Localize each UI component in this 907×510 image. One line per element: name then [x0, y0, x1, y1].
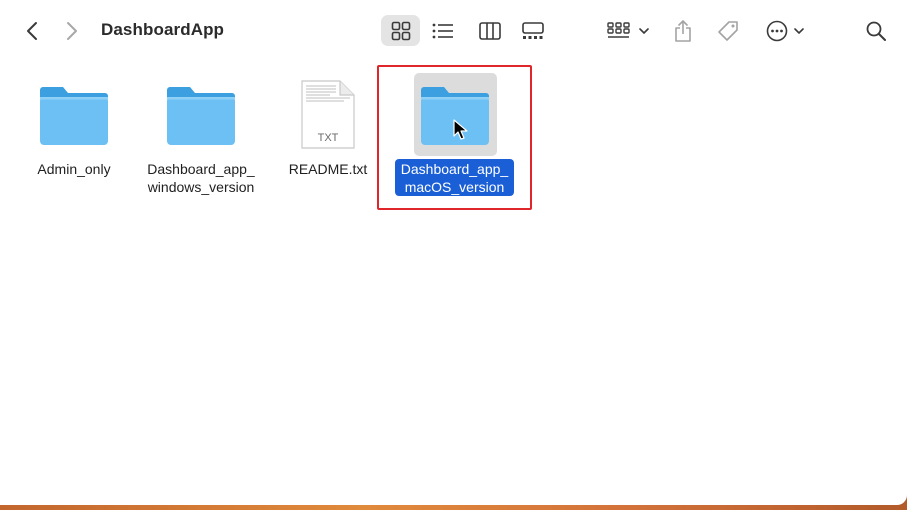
finder-window: DashboardApp Admin_only Dashboard_app_ w…: [0, 0, 907, 505]
group-button[interactable]: [604, 15, 652, 46]
share-button[interactable]: [668, 14, 698, 47]
search-icon: [866, 21, 886, 41]
column-view-button[interactable]: [473, 15, 507, 46]
gallery-view-icon: [522, 21, 544, 39]
tag-icon: [718, 20, 738, 41]
group-icon: [607, 21, 630, 38]
icon-view-icon: [391, 21, 410, 40]
gallery-view-button[interactable]: [516, 15, 550, 46]
list-view-button[interactable]: [426, 15, 460, 46]
folder-icon: [167, 87, 235, 145]
file-label-line2: windows_version: [147, 179, 255, 195]
window-title: DashboardApp: [101, 20, 225, 39]
tag-button[interactable]: [713, 15, 743, 46]
share-icon: [675, 19, 691, 42]
forward-button[interactable]: [60, 18, 84, 44]
back-icon: [27, 22, 37, 40]
list-view-icon: [432, 23, 453, 38]
file-label-line1: Dashboard_app_: [147, 161, 255, 177]
forward-icon: [67, 22, 77, 40]
chevron-down-icon: [639, 27, 649, 34]
chevron-down-icon: [794, 27, 804, 34]
search-button[interactable]: [862, 17, 890, 45]
more-icon: [766, 20, 788, 41]
file-extension-label: TXT: [317, 132, 339, 144]
toolbar: DashboardApp: [0, 0, 907, 62]
file-label: README.txt: [288, 161, 368, 177]
file-label: Admin_only: [37, 161, 111, 177]
more-button[interactable]: [762, 15, 808, 46]
column-view-icon: [479, 21, 501, 40]
icon-view-button[interactable]: [381, 15, 420, 46]
highlight-box: [377, 65, 532, 210]
back-button[interactable]: [20, 18, 44, 44]
folder-icon: [40, 87, 108, 145]
